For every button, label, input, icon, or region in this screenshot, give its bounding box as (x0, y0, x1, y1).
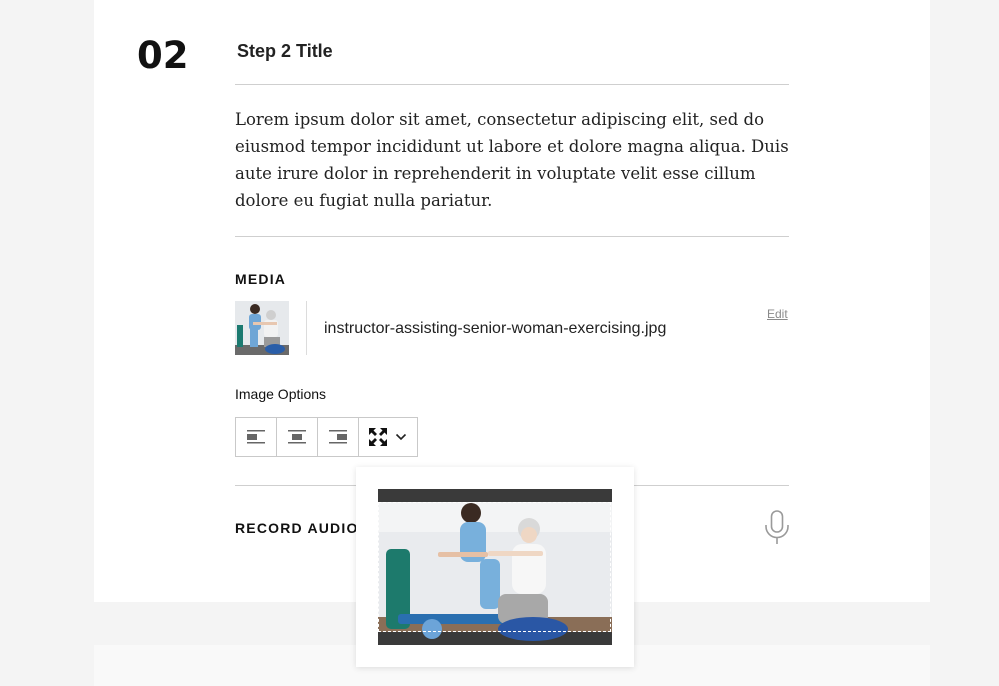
divider (235, 84, 789, 85)
image-crop-popover (356, 467, 634, 667)
image-preview[interactable] (378, 489, 612, 645)
image-options-label: Image Options (235, 386, 327, 402)
align-center-button[interactable] (277, 418, 318, 456)
chevron-down-icon (395, 433, 407, 441)
fullscreen-icon (369, 428, 387, 446)
microphone-icon (765, 510, 789, 544)
step-number: 02 (137, 34, 189, 77)
align-right-button[interactable] (318, 418, 359, 456)
align-center-icon (288, 430, 306, 444)
thumbnail-divider (306, 301, 307, 355)
media-thumbnail[interactable] (235, 301, 289, 355)
fullscreen-dropdown-button[interactable] (359, 418, 417, 456)
align-left-icon (247, 430, 265, 444)
align-left-button[interactable] (236, 418, 277, 456)
media-edit-link[interactable]: Edit (767, 307, 788, 321)
record-audio-button[interactable] (764, 510, 790, 551)
step-body-text[interactable]: Lorem ipsum dolor sit amet, consectetur … (235, 106, 791, 214)
photo-thumbnail-icon (235, 301, 289, 355)
step-title[interactable]: Step 2 Title (237, 41, 333, 62)
divider (235, 236, 789, 237)
record-audio-heading: RECORD AUDIO (235, 520, 359, 536)
media-heading: MEDIA (235, 271, 287, 287)
image-options-toolbar (235, 417, 418, 457)
media-file-name: instructor-assisting-senior-woman-exerci… (324, 320, 667, 337)
crop-selection-frame[interactable] (378, 502, 611, 632)
align-right-icon (329, 430, 347, 444)
